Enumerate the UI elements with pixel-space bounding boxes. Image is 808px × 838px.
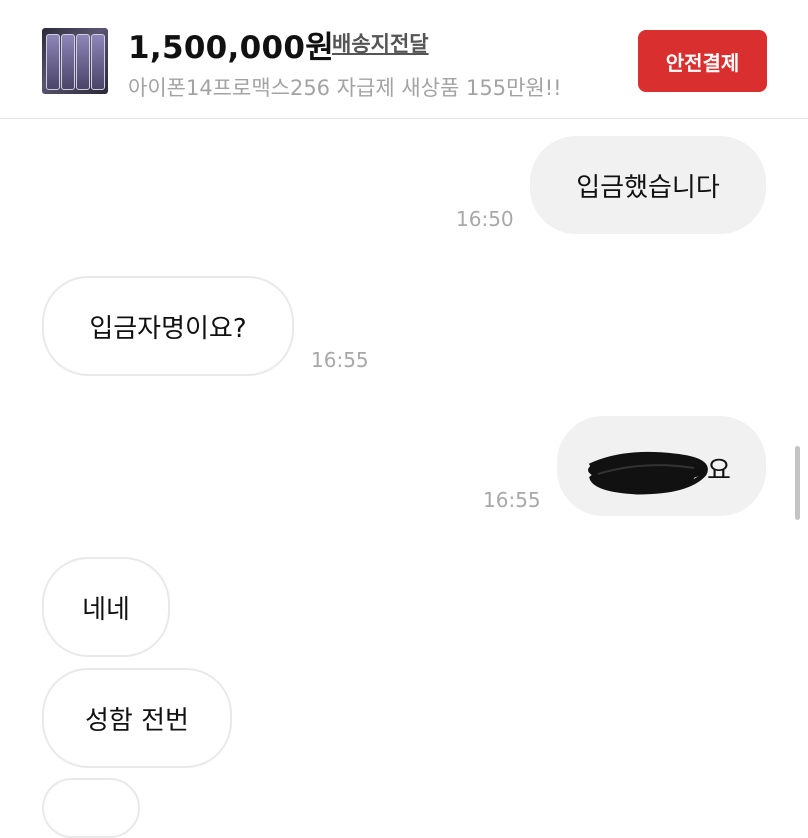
message-bubble-incoming-partial — [42, 778, 140, 838]
message-bubble-incoming: 네네 — [42, 557, 170, 657]
message-bubble-incoming: 입금자명이요? — [42, 276, 294, 376]
redaction-scribble — [588, 451, 708, 495]
product-thumbnail[interactable] — [42, 28, 108, 94]
message-text: 입금자명이요? — [89, 313, 247, 344]
message-time: 16:50 — [456, 207, 514, 231]
message-text: 성함 전번 — [85, 705, 189, 736]
product-header[interactable]: 1,500,000원 배송지전달 아이폰14프로맥스256 자급제 새상품 15… — [0, 0, 808, 119]
message-bubble-outgoing: 입금했습니다 — [530, 136, 766, 234]
chat-scrollbar[interactable] — [795, 446, 800, 520]
message-bubble-incoming: 성함 전번 — [42, 668, 232, 768]
safe-payment-button[interactable]: 안전결제 — [638, 30, 767, 92]
message-text: 네네 — [82, 594, 130, 625]
product-title: 아이폰14프로맥스256 자급제 새상품 155만원!! — [128, 76, 562, 100]
product-price: 1,500,000원 — [128, 30, 335, 66]
message-text: 입금했습니다 — [576, 172, 720, 203]
message-time: 16:55 — [483, 488, 541, 512]
message-time: 16:55 — [311, 348, 369, 372]
shipping-link[interactable]: 배송지전달 — [332, 28, 429, 58]
